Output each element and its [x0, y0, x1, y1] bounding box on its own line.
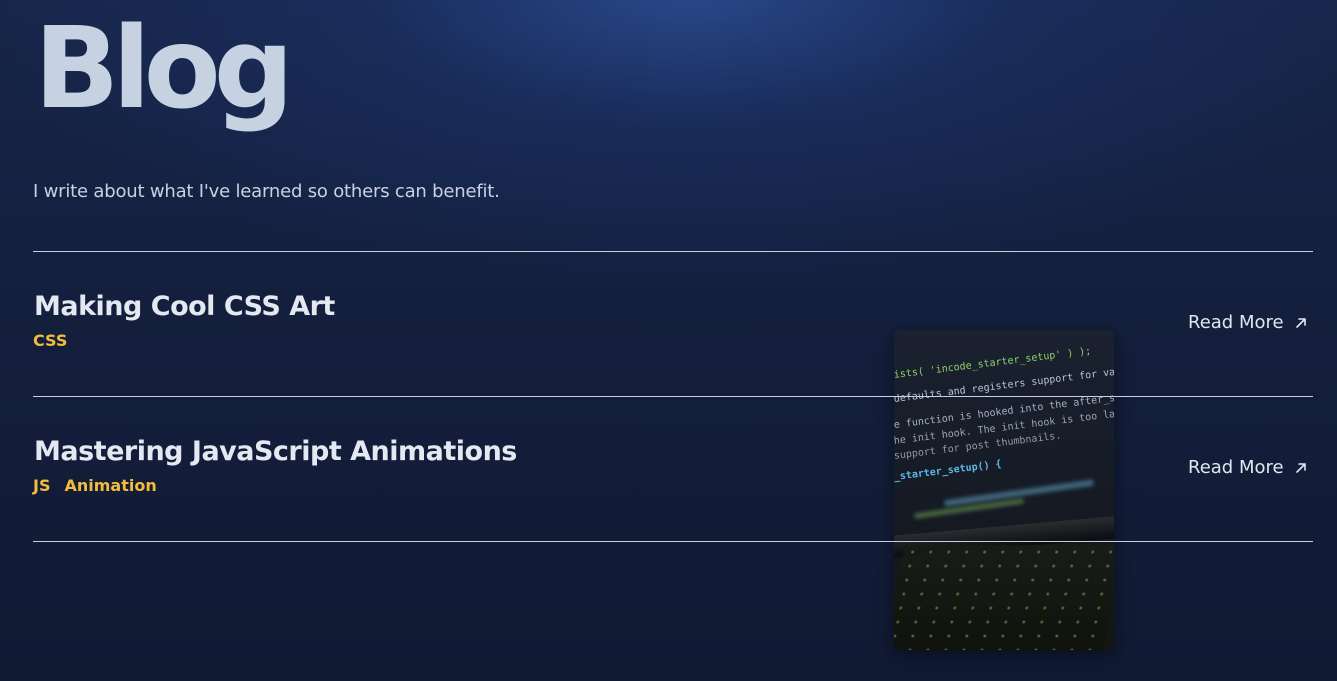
arrow-up-right-icon: [1294, 316, 1308, 330]
read-more-label: Read More: [1188, 457, 1284, 478]
laptop-keyboard: [894, 545, 1114, 650]
read-more-link[interactable]: Read More: [1188, 457, 1308, 478]
post-thumbnail-image: ists( 'incode_starter_setup' ) ); defaul…: [894, 330, 1114, 650]
code-line: _starter_setup() {: [894, 458, 1003, 483]
tag-js[interactable]: JS: [33, 476, 50, 495]
post-title[interactable]: Mastering JavaScript Animations: [34, 436, 517, 467]
post-tags: CSS: [33, 331, 67, 350]
page-title: Blog: [34, 4, 294, 134]
tag-animation[interactable]: Animation: [64, 476, 156, 495]
page-subtitle: I write about what I've learned so other…: [33, 181, 500, 202]
divider: [33, 396, 1313, 397]
tag-css[interactable]: CSS: [33, 331, 67, 350]
divider: [33, 251, 1313, 252]
divider: [33, 541, 1313, 542]
read-more-label: Read More: [1188, 312, 1284, 333]
read-more-link[interactable]: Read More: [1188, 312, 1308, 333]
post-title[interactable]: Making Cool CSS Art: [34, 291, 335, 322]
arrow-up-right-icon: [1294, 461, 1308, 475]
post-tags: JS Animation: [33, 476, 157, 495]
